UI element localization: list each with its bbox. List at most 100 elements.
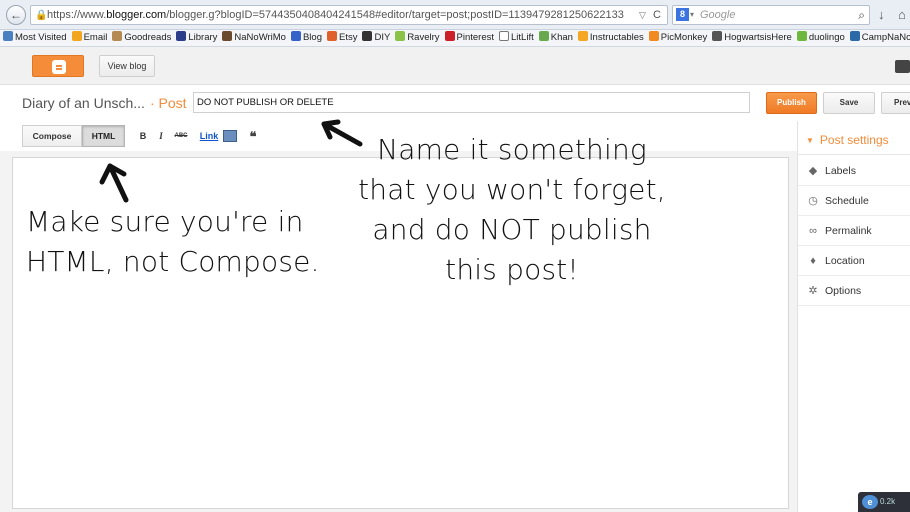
bookmark-ravelry[interactable]: Ravelry xyxy=(395,30,440,46)
sidebar-item-label: Labels xyxy=(825,165,856,177)
sidebar-item-location[interactable]: ♦ Location xyxy=(798,246,910,276)
bookmark-email[interactable]: Email xyxy=(71,30,108,46)
system-tray: e 0.2k xyxy=(858,492,910,512)
quote-button[interactable]: ❝ xyxy=(246,129,260,144)
bookmark-campnano[interactable]: CampNaNo xyxy=(849,30,910,46)
search-field[interactable]: 8 ▾ Google ⌕ xyxy=(672,5,870,25)
bookmark-pinterest[interactable]: Pinterest xyxy=(444,30,494,46)
view-blog-button[interactable]: View blog xyxy=(99,55,155,77)
bookmark-label: Most Visited xyxy=(15,32,67,43)
post-settings-sidebar: ▼ Post settings ◆ Labels ◷ Schedule ∞ Permalin… xyxy=(797,121,910,512)
sidebar-item-label: Options xyxy=(825,285,862,297)
email-icon xyxy=(71,31,82,41)
bookmark-duolingo[interactable]: duolingo xyxy=(796,30,845,46)
bookmark-label: Instructables xyxy=(589,32,644,43)
bookmark-instructables[interactable]: Instructables xyxy=(577,30,644,46)
post-title-input[interactable]: DO NOT PUBLISH OR DELETE xyxy=(193,92,750,113)
bookmark-library[interactable]: Library xyxy=(176,30,217,46)
bookmark-label: LitLift xyxy=(511,32,534,43)
bold-button[interactable]: B xyxy=(138,129,148,143)
sidebar-item-labels[interactable]: ◆ Labels xyxy=(798,156,910,186)
bookmark-khan[interactable]: Khan xyxy=(538,30,573,46)
clock-icon: ◷ xyxy=(808,195,818,207)
annotation-name-note: Name it something that you won't forget,… xyxy=(358,133,666,286)
bookmark-label: Etsy xyxy=(338,32,358,43)
url-host: blogger.com xyxy=(106,9,167,21)
browser-address-bar: ← 🔒https://www.blogger.com/blogger.g?blo… xyxy=(0,0,910,30)
insert-image-icon[interactable] xyxy=(223,130,237,142)
tab-compose[interactable]: Compose xyxy=(22,125,82,147)
arrow-to-html-tab-icon xyxy=(99,163,129,203)
bookmark-nanowrimo[interactable]: NaNoWriMo xyxy=(222,30,286,46)
sidebar-item-options[interactable]: ✲ Options xyxy=(798,276,910,306)
blog-title[interactable]: Diary of an Unsch... xyxy=(22,95,145,111)
pinterest-icon xyxy=(444,31,455,41)
library-icon xyxy=(176,31,187,41)
bookmark-most-visited[interactable]: Most Visited xyxy=(3,30,67,46)
diy-icon xyxy=(362,31,373,41)
bookmark-label: Blog xyxy=(302,32,322,43)
google-search-engine-icon[interactable]: 8 xyxy=(676,8,689,21)
reload-icon[interactable]: C xyxy=(653,5,665,25)
bookmark-label: CampNaNo xyxy=(861,32,910,43)
annotation-html-note: Make sure you're in HTML, not Compose. xyxy=(26,205,320,278)
gear-icon: ✲ xyxy=(808,285,818,297)
goodreads-icon xyxy=(112,31,123,41)
hogwarts-icon xyxy=(712,31,723,41)
bookmark-etsy[interactable]: Etsy xyxy=(326,30,358,46)
bookmark-label: HogwartsisHere xyxy=(724,32,792,43)
blogger-logo-icon[interactable] xyxy=(32,55,84,77)
duolingo-icon xyxy=(796,31,807,41)
url-dropdown-icon[interactable]: ▽ xyxy=(639,5,651,25)
bookmark-label: NaNoWriMo xyxy=(234,32,286,43)
home-icon[interactable]: ⌂ xyxy=(898,5,910,25)
bookmark-diy[interactable]: DIY xyxy=(362,30,390,46)
avatar[interactable] xyxy=(895,60,910,73)
bookmark-hogwartsishere[interactable]: HogwartsisHere xyxy=(712,30,792,46)
bookmark-label: Library xyxy=(188,32,218,43)
url-prefix: https://www. xyxy=(47,9,107,21)
tag-icon: ◆ xyxy=(808,165,818,177)
sidebar-item-schedule[interactable]: ◷ Schedule xyxy=(798,186,910,216)
bookmark-label: duolingo xyxy=(808,32,845,43)
bookmark-label: Khan xyxy=(550,32,573,43)
italic-button[interactable]: I xyxy=(156,129,166,143)
ravelry-icon xyxy=(395,31,406,41)
search-engine-dropdown-icon[interactable]: ▾ xyxy=(690,6,694,24)
bookmark-litlift[interactable]: LitLift xyxy=(499,30,534,46)
post-breadcrumb: · Post xyxy=(150,95,187,111)
bookmark-label: PicMonkey xyxy=(660,32,708,43)
bookmark-blog[interactable]: Blog xyxy=(290,30,322,46)
khan-icon xyxy=(538,31,549,41)
link-button[interactable]: Link xyxy=(199,129,219,143)
picmonkey-icon xyxy=(648,31,659,41)
sidebar-item-permalink[interactable]: ∞ Permalink xyxy=(798,216,910,246)
post-settings-header[interactable]: ▼ Post settings xyxy=(798,125,910,155)
arrow-to-title-icon xyxy=(321,119,363,147)
publish-button[interactable]: Publish xyxy=(766,92,817,114)
bookmark-label: Ravelry xyxy=(407,32,440,43)
post-settings-label: Post settings xyxy=(819,133,889,147)
back-button[interactable]: ← xyxy=(6,5,26,25)
preview-button[interactable]: Preview xyxy=(881,92,910,114)
blogger-top-bar: View blog xyxy=(0,47,910,85)
location-pin-icon: ♦ xyxy=(810,255,816,267)
download-icon[interactable]: ↓ xyxy=(878,5,892,25)
tab-html[interactable]: HTML xyxy=(82,125,125,147)
etsy-icon xyxy=(326,31,337,41)
url-field[interactable]: 🔒https://www.blogger.com/blogger.g?blogI… xyxy=(30,5,668,25)
campnano-icon xyxy=(849,31,860,41)
search-icon[interactable]: ⌕ xyxy=(858,6,865,24)
lock-icon: 🔒 xyxy=(35,10,48,21)
blog-icon xyxy=(290,31,301,41)
post-title-row: Diary of an Unsch... · Post DO NOT PUBLI… xyxy=(0,85,910,121)
internet-explorer-icon[interactable]: e xyxy=(862,495,878,509)
strikethrough-button[interactable]: ABC xyxy=(173,129,189,143)
bookmark-goodreads[interactable]: Goodreads xyxy=(112,30,171,46)
sidebar-item-label: Location xyxy=(825,255,865,267)
bookmark-picmonkey[interactable]: PicMonkey xyxy=(648,30,708,46)
bookmark-label: Email xyxy=(83,32,108,43)
bookmark-star-icon xyxy=(3,31,13,41)
save-button[interactable]: Save xyxy=(823,92,875,114)
bookmarks-bar: Most Visited Email Goodreads Library NaNoWri… xyxy=(0,30,910,47)
